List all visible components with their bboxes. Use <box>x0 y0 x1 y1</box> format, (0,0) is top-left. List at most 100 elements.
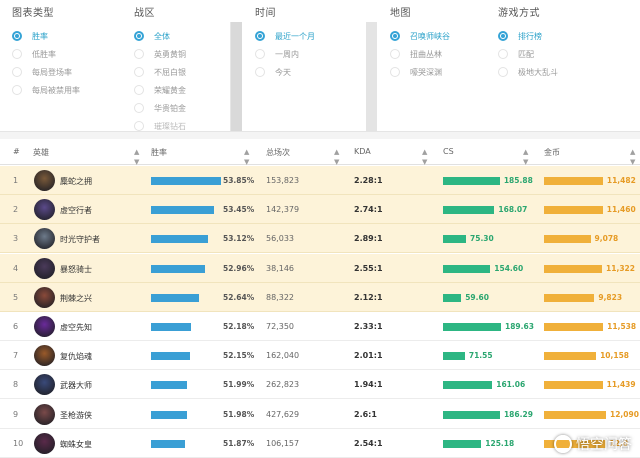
games-value: 88,322 <box>266 292 294 302</box>
header-games[interactable]: 总场次 <box>266 147 290 158</box>
hero-avatar[interactable] <box>34 286 55 308</box>
hero-avatar[interactable] <box>34 345 55 367</box>
cs-value: 185.88 <box>503 176 533 185</box>
filter-option[interactable]: 胜率 <box>12 28 48 44</box>
hero-avatar[interactable] <box>34 228 55 250</box>
filter-option[interactable]: 今天 <box>255 64 291 80</box>
radio-icon[interactable] <box>12 31 22 41</box>
filter-option[interactable]: 最近一个月 <box>255 28 315 44</box>
filter-option[interactable]: 嚎哭深渊 <box>390 64 442 80</box>
games-value: 427,629 <box>266 409 300 419</box>
filter-option[interactable]: 一周内 <box>255 46 299 62</box>
sort-icon[interactable]: ▲ ▼ <box>630 147 635 167</box>
hero-avatar[interactable] <box>34 170 55 191</box>
winrate-bar <box>151 177 221 185</box>
table-row[interactable]: 8 武器大师 51.99% 262,823 1.94:1 161.06 11,439 <box>0 370 640 400</box>
hero-name[interactable]: 复仇焰魂 <box>60 351 92 362</box>
radio-icon[interactable] <box>134 67 144 77</box>
winrate-bar <box>151 439 185 448</box>
hero-name[interactable]: 荆棘之兴 <box>60 293 92 304</box>
radio-icon[interactable] <box>390 67 400 77</box>
radio-icon[interactable] <box>255 67 265 77</box>
radio-icon[interactable] <box>390 49 400 59</box>
hero-name[interactable]: 虚空先知 <box>60 322 92 333</box>
hero-avatar[interactable] <box>34 403 55 425</box>
radio-icon[interactable] <box>134 103 144 113</box>
gold-value: 10,158 <box>600 351 630 361</box>
hero-name[interactable]: 麋蛇之拥 <box>60 176 92 187</box>
table-row[interactable]: 2 虚空行者 53.45% 142,379 2.74:1 168.07 11,460 <box>0 195 640 225</box>
table-row[interactable]: 5 荆棘之兴 52.64% 88,322 2.12:1 59.60 9,823 <box>0 282 640 312</box>
filter-option[interactable]: 全体 <box>134 28 170 44</box>
gold-value: 11,439 <box>606 380 636 390</box>
filter-option[interactable]: 低胜率 <box>12 46 56 62</box>
hero-name[interactable]: 时光守护者 <box>60 234 100 245</box>
header-cs[interactable]: CS <box>443 147 454 156</box>
hero-avatar[interactable] <box>34 199 55 221</box>
header-kda[interactable]: KDA <box>354 147 371 156</box>
radio-icon[interactable] <box>498 67 508 77</box>
hero-name[interactable]: 蜘蛛女皇 <box>60 439 92 450</box>
header-gold[interactable]: 金币 <box>544 147 560 158</box>
hero-avatar[interactable] <box>34 432 55 454</box>
filter-option[interactable]: 荣耀黄金 <box>134 82 186 98</box>
filter-option[interactable]: 匹配 <box>498 46 534 62</box>
table-row[interactable]: 6 虚空先知 52.18% 72,350 2.33:1 189.63 11,538 <box>0 312 640 341</box>
filter-option-label: 胜率 <box>32 31 48 41</box>
filter-option-label: 召唤师峡谷 <box>410 31 450 41</box>
hero-name[interactable]: 虚空行者 <box>60 205 92 216</box>
filter-option-label: 每局被禁用率 <box>32 85 80 95</box>
filter-option[interactable]: 不屈白银 <box>134 64 186 80</box>
radio-icon[interactable] <box>498 49 508 59</box>
filter-option-label: 今天 <box>275 67 291 77</box>
filter-option[interactable]: 每局登场率 <box>12 64 72 80</box>
filter-scrollbar[interactable] <box>366 22 377 131</box>
radio-icon[interactable] <box>255 31 265 41</box>
sort-icon[interactable]: ▲ ▼ <box>422 147 427 167</box>
hero-avatar[interactable] <box>34 257 55 279</box>
filter-option[interactable]: 极地大乱斗 <box>498 64 558 80</box>
filter-option[interactable]: 英勇黄铜 <box>134 46 186 62</box>
filter-option[interactable]: 排行榜 <box>498 28 542 44</box>
filter-option[interactable]: 华贵铂金 <box>134 100 186 116</box>
gold-value: 11,322 <box>606 263 635 273</box>
filter-group: 游戏方式 排行榜 匹配 极地大乱斗 <box>486 0 640 131</box>
sort-icon[interactable]: ▲ ▼ <box>244 147 249 167</box>
header-hero[interactable]: 英雄 <box>33 147 49 158</box>
radio-icon[interactable] <box>12 49 22 59</box>
hero-avatar[interactable] <box>34 316 55 337</box>
radio-icon[interactable] <box>390 31 400 41</box>
table-row[interactable]: 4 暴怒骑士 52.96% 38,146 2.55:1 154.60 11,322 <box>0 253 640 283</box>
filter-scrollbar[interactable] <box>231 22 242 131</box>
table-row[interactable]: 10 蜘蛛女皇 51.87% 106,157 2.54:1 125.18 12,0 <box>0 428 640 458</box>
table-row[interactable]: 1 麋蛇之拥 53.85% 153,823 2.28:1 185.88 11,482 <box>0 166 640 195</box>
cs-bar <box>443 410 500 419</box>
radio-icon[interactable] <box>12 85 22 95</box>
sort-icon[interactable]: ▲ ▼ <box>334 147 339 167</box>
radio-icon[interactable] <box>134 49 144 59</box>
radio-icon[interactable] <box>498 31 508 41</box>
sort-icon[interactable]: ▲ ▼ <box>523 147 528 167</box>
table-row[interactable]: 3 时光守护者 53.12% 56,033 2.89:1 75.30 9,078 <box>0 224 640 254</box>
radio-icon[interactable] <box>134 31 144 41</box>
hero-name[interactable]: 武器大师 <box>60 380 92 391</box>
header-winrate[interactable]: 胜率 <box>151 147 167 158</box>
table-row[interactable]: 9 圣枪游侠 51.98% 427,629 2.6:1 186.29 12,090 <box>0 399 640 429</box>
filter-option[interactable]: 每局被禁用率 <box>12 82 80 98</box>
filter-option-label: 荣耀黄金 <box>154 85 186 95</box>
sort-icon[interactable]: ▲ ▼ <box>134 147 139 167</box>
radio-icon[interactable] <box>134 85 144 95</box>
radio-icon[interactable] <box>134 121 144 131</box>
table-row[interactable]: 7 复仇焰魂 52.15% 162,040 2.01:1 71.55 10,158 <box>0 341 640 371</box>
hero-name[interactable]: 暴怒骑士 <box>60 264 92 275</box>
filter-option[interactable]: 扭曲丛林 <box>390 46 442 62</box>
cs-value: 75.30 <box>470 234 494 244</box>
watermark: 悟空问答 <box>554 434 632 454</box>
winrate-value: 52.18% <box>223 322 255 331</box>
hero-name[interactable]: 圣枪游侠 <box>60 410 92 421</box>
radio-icon[interactable] <box>255 49 265 59</box>
row-rank: 9 <box>13 409 19 419</box>
filter-option[interactable]: 召唤师峡谷 <box>390 28 450 44</box>
hero-avatar[interactable] <box>34 374 55 396</box>
radio-icon[interactable] <box>12 67 22 77</box>
